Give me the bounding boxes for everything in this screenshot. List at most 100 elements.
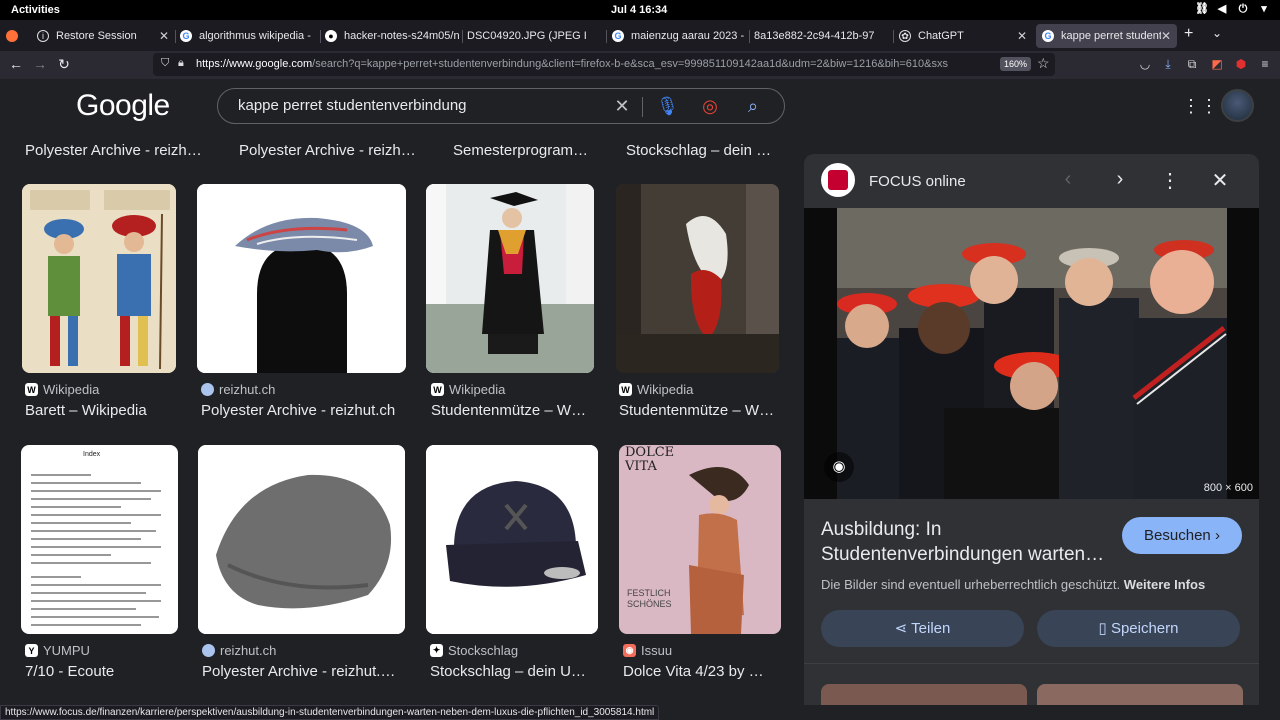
tab-8a13e882[interactable]: 8a13e882-2c94-412b-97cb: [753, 24, 893, 48]
result-title[interactable]: Stockschlag – dein U…: [430, 663, 600, 680]
wikipedia-icon: W: [619, 383, 632, 396]
result-title[interactable]: Stockschlag – dein …: [626, 142, 776, 159]
lens-icon[interactable]: ◎: [699, 96, 721, 117]
google-icon: G: [180, 30, 192, 42]
activities-button[interactable]: Activities: [11, 4, 60, 16]
tab-hacker-notes[interactable]: ● hacker-notes-s24m05/n: [322, 24, 462, 48]
result-title[interactable]: Barett – Wikipedia: [25, 402, 195, 419]
ublock-icon[interactable]: ⬢: [1234, 57, 1248, 71]
tab-dsc04920[interactable]: DSC04920.JPG (JPEG Imag: [466, 24, 606, 48]
back-arrow-icon[interactable]: ←: [7, 56, 25, 72]
related-image[interactable]: [1037, 684, 1243, 705]
search-box[interactable]: ✕ 🎙︎ ◎ ⌕: [217, 88, 785, 124]
result-title[interactable]: Polyester Archive - reizhut.ch: [201, 402, 411, 419]
result-image-snapback[interactable]: [426, 445, 598, 634]
search-icon[interactable]: ⌕: [742, 96, 764, 117]
tab-kappe-perret[interactable]: G kappe perret studentenv ✕: [1036, 24, 1177, 48]
result-image-magazine[interactable]: DOLCE VITA FESTLICH SCHÖNES: [619, 445, 781, 634]
result-image-museum-cap[interactable]: [616, 184, 779, 373]
chevron-right-icon[interactable]: ›: [1109, 168, 1131, 191]
search-input[interactable]: [238, 97, 598, 114]
tab-strip: i Restore Session ✕ G algorithmus wikipe…: [0, 20, 1280, 51]
result-image-tweed-cap[interactable]: [198, 445, 405, 634]
bookmark-star-icon[interactable]: ☆: [1037, 55, 1050, 72]
avatar[interactable]: [1221, 89, 1254, 122]
tab-algorithmus[interactable]: G algorithmus wikipedia -: [177, 24, 320, 48]
result-title[interactable]: 7/10 - Ecoute: [25, 663, 195, 680]
menu-icon[interactable]: ≡: [1258, 57, 1272, 71]
cap-on-mannequin: [197, 184, 406, 373]
result-source[interactable]: reizhut.ch: [201, 382, 275, 397]
google-logo[interactable]: Google: [76, 89, 170, 123]
lens-search-icon[interactable]: ◉: [824, 452, 854, 482]
new-tab-button[interactable]: +: [1184, 25, 1193, 43]
preview-image[interactable]: ◉ 800 × 600: [804, 208, 1259, 499]
save-button[interactable]: ▯ Speichern: [1037, 610, 1240, 647]
tab-maienzug[interactable]: G maienzug aarau 2023 -: [609, 24, 749, 48]
system-tray[interactable]: ⛓ ◀ ⏻ ▾: [1195, 3, 1270, 16]
github-icon: ●: [325, 30, 337, 42]
result-title[interactable]: Studentenmütze – W…: [431, 402, 596, 419]
panel-site-name[interactable]: FOCUS online: [869, 173, 966, 190]
visit-button[interactable]: Besuchen ›: [1122, 517, 1242, 554]
downloads-icon[interactable]: ⤓: [1161, 57, 1175, 71]
clear-icon[interactable]: ✕: [611, 96, 633, 117]
tracking-shield-icon[interactable]: ⛉: [161, 57, 169, 70]
close-icon[interactable]: ✕: [1017, 29, 1027, 43]
more-info-link[interactable]: Weitere Infos: [1124, 577, 1205, 592]
volume-icon: ◀: [1217, 3, 1227, 15]
tab-restore-session[interactable]: i Restore Session ✕: [30, 24, 175, 48]
reload-icon[interactable]: ↻: [55, 56, 73, 73]
close-icon[interactable]: ✕: [159, 29, 169, 43]
result-title[interactable]: Dolce Vita 4/23 by …: [623, 663, 788, 680]
forward-arrow-icon[interactable]: →: [31, 56, 49, 72]
result-source[interactable]: W Wikipedia: [25, 382, 99, 397]
result-title[interactable]: Polyester Archive - reizh…: [25, 142, 210, 159]
result-image-barett[interactable]: [22, 184, 176, 373]
zoom-level[interactable]: 160%: [1000, 57, 1032, 71]
result-source[interactable]: W Wikipedia: [619, 382, 693, 397]
focus-online-icon[interactable]: [821, 163, 855, 197]
close-icon[interactable]: ✕: [1209, 168, 1231, 193]
result-title[interactable]: Polyester Archive - reizhut.…: [202, 663, 407, 680]
result-title[interactable]: Semesterprogram…: [453, 142, 598, 159]
clock[interactable]: Jul 4 16:34: [611, 4, 667, 16]
url-text[interactable]: https://www.google.com/search?q=kappe+pe…: [196, 58, 948, 70]
result-source[interactable]: ✦ Stockschlag: [430, 643, 518, 658]
share-button[interactable]: ⋖ Teilen: [821, 610, 1024, 647]
chevron-left-icon[interactable]: ‹: [1057, 168, 1079, 191]
result-title[interactable]: Studentenmütze – W…: [619, 402, 784, 419]
extension-red-icon[interactable]: ◩: [1210, 57, 1224, 71]
pocket-icon[interactable]: ◡: [1138, 57, 1152, 71]
google-header: Google ✕ 🎙︎ ◎ ⌕ ⋮⋮⋮: [0, 79, 1280, 134]
stockschlag-icon: ✦: [430, 644, 443, 657]
lock-icon[interactable]: 🔒︎: [178, 57, 184, 70]
panel-title[interactable]: Ausbildung: In Studentenverbindungen war…: [821, 517, 1121, 567]
result-image-document[interactable]: Index: [21, 445, 178, 634]
list-tabs-chevron-icon[interactable]: ⌄: [1212, 26, 1222, 40]
museum-display: [616, 184, 779, 373]
divider: [642, 97, 643, 117]
system-top-bar: Activities Jul 4 16:34 ⛓ ◀ ⏻ ▾: [0, 0, 1280, 20]
chevron-right-icon: ›: [1214, 527, 1220, 544]
extensions-icon[interactable]: ⧉: [1185, 57, 1199, 71]
yumpu-icon: Y: [25, 644, 38, 657]
firefox-menu[interactable]: [6, 24, 24, 48]
power-icon: ⏻: [1238, 3, 1248, 15]
result-source[interactable]: ◉ Issuu: [623, 643, 672, 658]
result-source[interactable]: W Wikipedia: [431, 382, 505, 397]
result-source[interactable]: reizhut.ch: [202, 643, 276, 658]
close-icon[interactable]: ✕: [1161, 29, 1171, 43]
result-image-flat-cap[interactable]: [197, 184, 406, 373]
url-bar[interactable]: ⛉ 🔒︎ https://www.google.com/search?q=kap…: [153, 53, 1055, 76]
link-status-bar: https://www.focus.de/finanzen/karriere/p…: [0, 705, 660, 720]
result-title[interactable]: Polyester Archive - reizh…: [239, 142, 424, 159]
microphone-icon[interactable]: 🎙︎: [656, 96, 679, 117]
document-text-lines: [31, 474, 161, 626]
image-preview-panel: FOCUS online ‹ › ⋮ ✕ ◉ 800 × 600 Ausbild…: [804, 154, 1259, 705]
tab-chatgpt[interactable]: ✿ ChatGPT ✕: [896, 24, 1033, 48]
result-image-graduate[interactable]: [426, 184, 594, 373]
related-image[interactable]: [821, 684, 1027, 705]
result-source[interactable]: Y YUMPU: [25, 643, 90, 658]
more-options-icon[interactable]: ⋮: [1159, 168, 1181, 193]
